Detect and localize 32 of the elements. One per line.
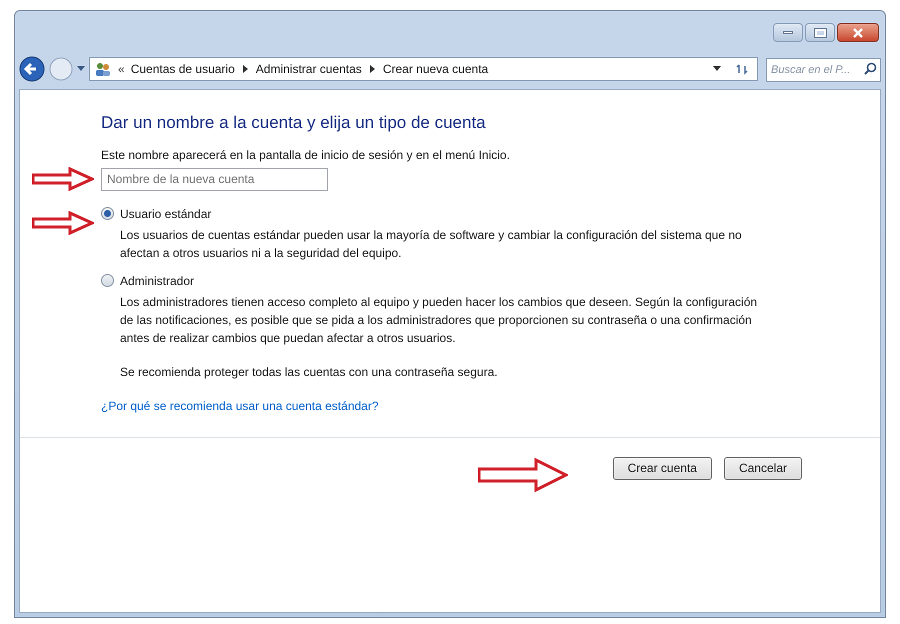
help-link[interactable]: ¿Por qué se recomienda usar una cuenta estándar? [101, 396, 379, 414]
cancel-button[interactable]: Cancelar [724, 456, 802, 480]
annotation-arrow [32, 211, 94, 235]
intro-text: Este nombre aparecerá en la pantalla de inicio de sesión y en el menú Inicio. [101, 146, 511, 164]
breadcrumb-item[interactable]: Administrar cuentas [256, 60, 362, 78]
create-account-button[interactable]: Crear cuenta [612, 456, 712, 480]
option-description: Los administradores tienen acceso completo al equipo y pueden hacer los cambios que deseen. Según la configuración de las notificaciones, es posible que se pida a los administradores que proporcionen su contraseña o una confirmación antes de realizar cambios que puedan afectar a otros usuarios. [120, 294, 758, 346]
maximize-button[interactable] [805, 23, 835, 42]
breadcrumb-separator-icon[interactable] [242, 65, 248, 73]
radio-label[interactable]: Administrador [120, 272, 194, 290]
annotation-arrow [32, 167, 94, 191]
option-description: Los usuarios de cuentas estándar pueden usar la mayoría de software y cambiar la configuración del sistema que no afectan a otros usuarios ni a la seguridad del equipo. [120, 226, 743, 262]
minimize-button[interactable] [773, 23, 803, 42]
breadcrumb-item[interactable]: Crear nueva cuenta [382, 60, 488, 78]
history-dropdown-icon[interactable] [77, 66, 85, 72]
page-heading: Dar un nombre a la cuenta y elija un tipo de cuenta [101, 112, 487, 134]
dropdown-icon[interactable] [713, 66, 721, 72]
breadcrumb-overflow[interactable]: « [118, 60, 125, 78]
back-button[interactable] [19, 56, 45, 82]
search-field[interactable]: Buscar en el P... [766, 58, 881, 82]
recommendation-text: Se recomienda proteger todas las cuentas con una contraseña segura. [120, 364, 499, 380]
account-name-field[interactable]: Nombre de la nueva cuenta [101, 168, 328, 190]
users-icon [94, 61, 112, 77]
radio-button[interactable] [101, 207, 114, 220]
radio-button[interactable] [101, 274, 114, 287]
address-bar[interactable]: « Cuentas de usuario Administrar cuentas Crear nueva cuenta [89, 57, 758, 81]
search-icon [864, 62, 877, 75]
breadcrumb-separator-icon[interactable] [370, 65, 375, 73]
breadcrumb-item[interactable]: Cuentas de usuario [130, 60, 235, 78]
close-button[interactable] [837, 23, 879, 42]
radio-label[interactable]: Usuario estándar [120, 204, 212, 222]
close-icon [852, 28, 864, 38]
